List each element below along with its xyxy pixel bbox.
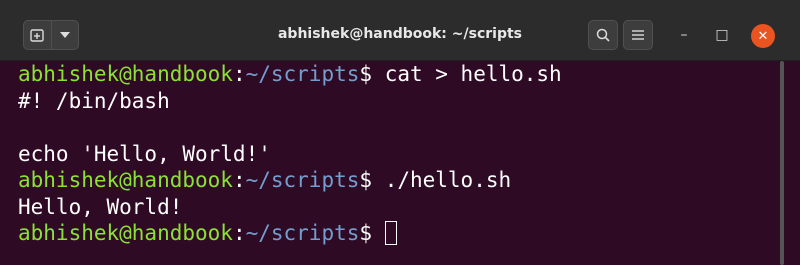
prompt-line: abhishek@handbook:~/scripts$ cat > hello…: [18, 61, 780, 88]
terminal-window: abhishek@handbook: ~/scripts – □ ✕ abhis…: [0, 0, 800, 265]
terminal-output[interactable]: abhishek@handbook:~/scripts$ cat > hello…: [0, 61, 780, 265]
text-cursor: [384, 221, 397, 245]
output-text: echo 'Hello, World!': [18, 141, 271, 166]
output-line: echo 'Hello, World!': [18, 141, 780, 168]
scrollbar-thumb[interactable]: [780, 61, 784, 265]
prompt-dollar: $: [359, 62, 373, 86]
search-button[interactable]: [588, 20, 618, 50]
hamburger-menu-icon: [632, 30, 644, 40]
title-bar: abhishek@handbook: ~/scripts – □ ✕: [0, 0, 800, 61]
prompt-user-host: abhishek@handbook: [18, 62, 233, 86]
prompt-colon: :: [232, 221, 246, 245]
prompt-dollar: $: [359, 221, 373, 245]
prompt-line: abhishek@handbook:~/scripts$: [18, 220, 780, 247]
prompt-path: ~/scripts: [245, 62, 360, 86]
prompt-dollar: $: [359, 168, 373, 192]
search-icon: [596, 28, 610, 42]
command-text: [372, 221, 385, 245]
command-text: ./hello.sh: [372, 168, 512, 192]
prompt-path: ~/scripts: [245, 221, 360, 245]
prompt-path: ~/scripts: [245, 168, 360, 192]
minimize-button[interactable]: –: [672, 23, 696, 47]
output-text: #! /bin/bash: [18, 88, 170, 113]
output-line: #! /bin/bash: [18, 88, 780, 115]
prompt-user-host: abhishek@handbook: [18, 221, 233, 245]
prompt-colon: :: [232, 62, 246, 86]
close-icon: ✕: [757, 28, 769, 44]
command-text: cat > hello.sh: [372, 62, 562, 86]
scrollbar[interactable]: [780, 61, 800, 265]
close-button[interactable]: ✕: [751, 24, 775, 48]
prompt-user-host: abhishek@handbook: [18, 168, 233, 192]
maximize-button[interactable]: □: [710, 23, 734, 47]
minimize-icon: –: [680, 27, 688, 43]
prompt-line: abhishek@handbook:~/scripts$ ./hello.sh: [18, 167, 780, 194]
output-line: Hello, World!: [18, 194, 780, 221]
menu-button[interactable]: [623, 20, 653, 50]
maximize-icon: □: [715, 27, 729, 43]
output-text: Hello, World!: [18, 194, 183, 219]
prompt-colon: :: [232, 168, 246, 192]
